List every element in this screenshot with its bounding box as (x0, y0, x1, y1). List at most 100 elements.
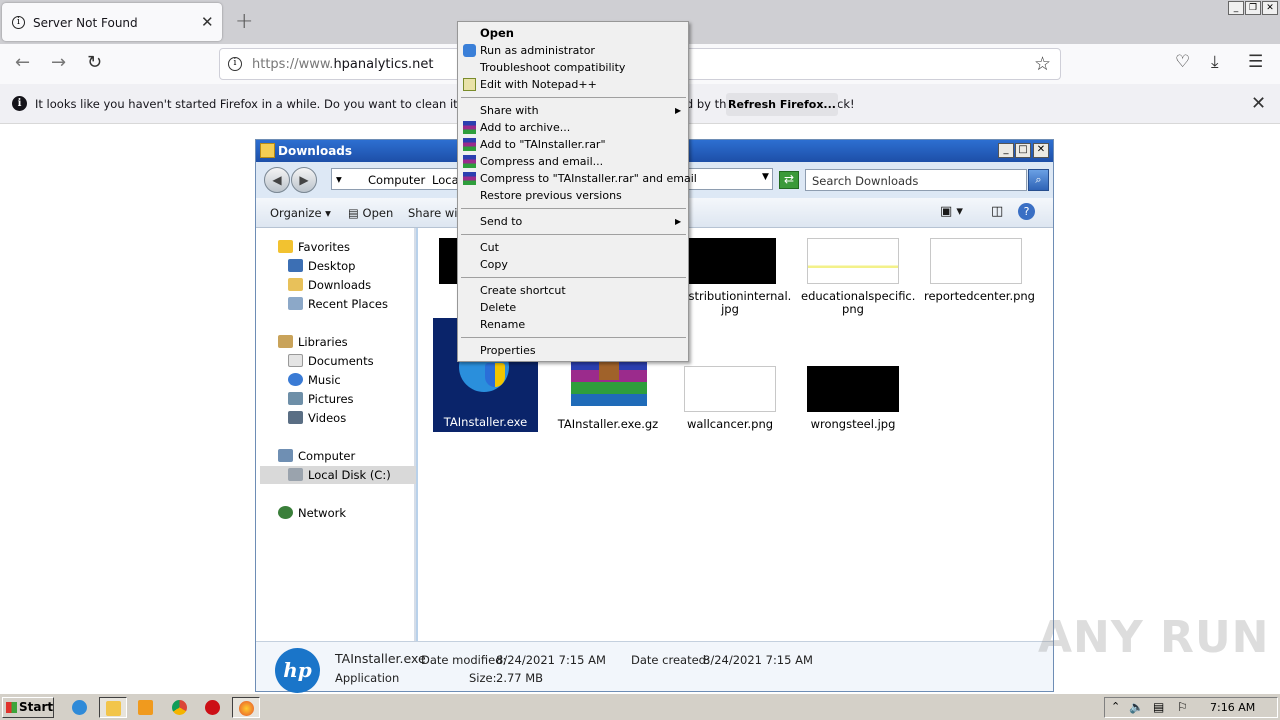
menu-restore-versions[interactable]: Restore previous versions (480, 189, 622, 202)
bookmark-star-icon[interactable]: ☆ (1034, 53, 1051, 75)
videos-icon (288, 411, 303, 424)
open-button[interactable]: ▤ Open (348, 206, 393, 220)
action-center-flag-icon[interactable]: ⚐ (1177, 700, 1188, 714)
menu-run-as-admin[interactable]: Run as administrator (480, 44, 595, 57)
search-icon[interactable]: ⌕ (1028, 169, 1049, 191)
hp-logo-icon: hp (275, 648, 320, 693)
submenu-arrow-icon: ▶ (675, 106, 682, 115)
close-icon[interactable]: ✕ (1033, 143, 1049, 158)
file-name: wrongsteel.jpg (810, 417, 896, 431)
network-tray-icon[interactable]: ▤ (1153, 700, 1164, 714)
download-icon[interactable]: ⤓ (1211, 52, 1219, 72)
file-item[interactable]: educationalspecific. png (801, 238, 916, 316)
file-thumbnail (807, 366, 899, 412)
help-icon[interactable]: ? (1018, 203, 1035, 220)
menu-compress-rar-email[interactable]: Compress to "TAInstaller.rar" and email (480, 172, 697, 185)
file-thumbnail (684, 238, 776, 284)
nav-recent-places[interactable]: Recent Places (288, 297, 388, 311)
taskbar-chrome[interactable] (166, 697, 194, 718)
menu-separator (461, 337, 686, 338)
menu-cut[interactable]: Cut (480, 241, 499, 254)
restore-icon[interactable]: ❐ (1245, 1, 1261, 15)
detail-file-name: TAInstaller.exe (335, 651, 426, 666)
close-window-icon[interactable]: ✕ (1262, 1, 1278, 15)
menu-edit-notepad[interactable]: Edit with Notepad++ (480, 78, 597, 91)
minimize-icon[interactable]: _ (1228, 1, 1244, 15)
site-info-icon[interactable]: i (228, 57, 242, 71)
preview-pane-icon[interactable]: ◫ (991, 204, 1003, 219)
menu-create-shortcut[interactable]: Create shortcut (480, 284, 566, 297)
menu-copy[interactable]: Copy (480, 258, 508, 271)
reload-icon[interactable]: ↻ (87, 52, 102, 73)
url-text[interactable]: https://www.hpanalytics.net (252, 57, 434, 72)
close-tab-icon[interactable]: ✕ (201, 13, 214, 31)
maximize-icon[interactable]: □ (1015, 143, 1031, 158)
menu-add-to-rar[interactable]: Add to "TAInstaller.rar" (480, 138, 606, 151)
taskbar-ie[interactable] (66, 697, 94, 718)
volume-icon[interactable]: 🔈 (1129, 700, 1144, 714)
star-icon (278, 240, 293, 253)
forward-icon[interactable]: ▶ (291, 167, 317, 193)
chevron-down-icon[interactable]: ▼ (762, 172, 769, 182)
file-item[interactable]: wallcancer.png (678, 366, 782, 431)
nav-favorites[interactable]: Favorites (278, 240, 350, 254)
firefox-icon (239, 701, 254, 716)
close-notification-icon[interactable]: ✕ (1251, 93, 1266, 114)
clock[interactable]: 7:16 AM (1210, 701, 1255, 714)
opera-icon (205, 700, 220, 715)
menu-delete[interactable]: Delete (480, 301, 516, 314)
nav-videos[interactable]: Videos (288, 411, 346, 425)
file-item[interactable]: distributioninternal. jpg (678, 238, 791, 316)
file-name: educationalspecific. png (801, 289, 916, 316)
refresh-firefox-button[interactable]: Refresh Firefox... (726, 93, 838, 116)
detail-created-label: Date created: (631, 653, 710, 667)
organize-button[interactable]: Organize ▾ (270, 206, 331, 220)
windows-logo-icon (6, 702, 17, 713)
nav-computer[interactable]: Computer (278, 449, 355, 463)
menu-send-to[interactable]: Send to (480, 215, 522, 228)
menu-compress-email[interactable]: Compress and email... (480, 155, 603, 168)
start-button[interactable]: Start (2, 697, 54, 718)
new-tab-icon[interactable]: + (235, 9, 253, 34)
search-input[interactable]: Search Downloads (805, 169, 1027, 191)
info-icon: i (12, 16, 25, 29)
computer-icon (278, 449, 293, 462)
nav-documents[interactable]: Documents (288, 354, 374, 368)
menu-add-to-archive[interactable]: Add to archive... (480, 121, 570, 134)
menu-properties[interactable]: Properties (480, 344, 536, 357)
nav-desktop[interactable]: Desktop (288, 259, 355, 273)
taskbar-explorer[interactable] (99, 697, 127, 718)
menu-separator (461, 97, 686, 98)
taskbar-opera[interactable] (199, 697, 227, 718)
forward-icon[interactable]: → (51, 52, 66, 73)
network-icon (278, 506, 293, 519)
menu-open[interactable]: Open (480, 26, 514, 40)
taskbar-media-player[interactable] (132, 697, 160, 718)
nav-libraries[interactable]: Libraries (278, 335, 348, 349)
libraries-icon (278, 335, 293, 348)
back-icon[interactable]: ← (15, 52, 30, 73)
refresh-icon[interactable]: ⇄ (779, 171, 799, 189)
file-item[interactable]: reportedcenter.png (924, 238, 1035, 303)
back-icon[interactable]: ◀ (264, 167, 290, 193)
pocket-icon[interactable]: ♡ (1175, 52, 1190, 72)
view-icon[interactable]: ▣ ▾ (940, 204, 963, 219)
menu-icon[interactable]: ☰ (1248, 52, 1263, 72)
browser-tab[interactable]: i Server Not Found ✕ (2, 3, 222, 41)
folder-icon (106, 701, 121, 716)
tray-expand-icon[interactable]: ⌃ (1111, 700, 1120, 713)
menu-share-with[interactable]: Share with (480, 104, 539, 117)
system-tray: ⌃ 🔈 ▤ ⚐ 7:16 AM (1104, 697, 1278, 718)
file-item[interactable]: wrongsteel.jpg (801, 366, 905, 431)
menu-rename[interactable]: Rename (480, 318, 525, 331)
nav-network[interactable]: Network (278, 506, 346, 520)
nav-downloads[interactable]: Downloads (288, 278, 371, 292)
menu-troubleshoot[interactable]: Troubleshoot compatibility (480, 61, 625, 74)
breadcrumb-computer[interactable]: Computer (368, 173, 425, 187)
nav-pictures[interactable]: Pictures (288, 392, 354, 406)
nav-local-disk[interactable]: Local Disk (C:) (288, 468, 391, 482)
taskbar-firefox[interactable] (232, 697, 260, 718)
file-item[interactable]: TAInstaller.exe.gz (556, 418, 660, 431)
nav-music[interactable]: Music (288, 373, 341, 387)
minimize-icon[interactable]: _ (998, 143, 1014, 158)
